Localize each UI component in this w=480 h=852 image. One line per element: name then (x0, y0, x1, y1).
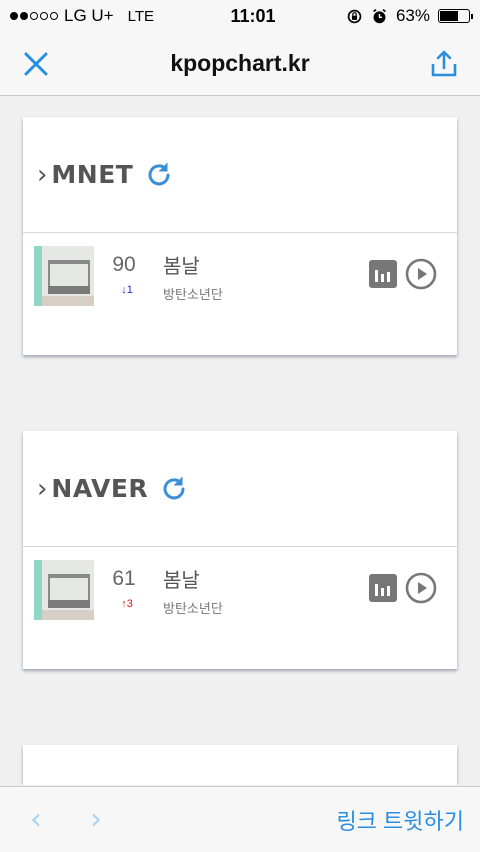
status-time: 11:01 (230, 5, 276, 26)
rotation-lock-icon (347, 9, 362, 23)
play-button[interactable] (405, 258, 437, 290)
chevron-right-icon: › (37, 473, 48, 504)
album-cover (34, 560, 94, 620)
chart-name: NAVER (51, 474, 149, 503)
share-icon (431, 50, 457, 76)
artist-name: 방탄소년단 (163, 601, 223, 616)
refresh-button[interactable] (160, 475, 188, 503)
chart-card-mnet: › MNET 90 ↓1 봄날 방탄소년단 (23, 117, 457, 355)
chart-row[interactable]: 61 ↑3 봄날 방탄소년단 (23, 547, 457, 669)
rank-number: 61 (112, 567, 136, 590)
tweet-link-button[interactable]: 링크 트윗하기 (336, 804, 464, 836)
stats-button[interactable] (369, 574, 397, 602)
song-title: 봄날 (163, 256, 200, 278)
chart-header[interactable]: › MNET (23, 117, 457, 233)
status-bar: LG U+ LTE 11:01 63% (0, 0, 480, 32)
chart-row[interactable]: 90 ↓1 봄날 방탄소년단 (23, 233, 457, 355)
rank-change: ↓1 (121, 284, 133, 296)
refresh-button[interactable] (145, 161, 173, 189)
chart-card-naver: › NAVER 61 ↑3 봄날 방탄소년단 (23, 431, 457, 669)
forward-button[interactable]: › (76, 802, 116, 837)
song-title: 봄날 (163, 570, 200, 592)
refresh-icon (148, 162, 170, 185)
refresh-icon (163, 476, 185, 499)
stats-button[interactable] (369, 260, 397, 288)
signal-icon (10, 12, 58, 20)
chart-name: MNET (51, 160, 134, 189)
rank-change: ↑3 (121, 598, 133, 610)
chart-card-partial (23, 745, 457, 785)
close-icon (24, 52, 48, 75)
play-button[interactable] (405, 572, 437, 604)
alarm-icon (373, 8, 386, 23)
battery-icon (438, 9, 473, 23)
network-label: LTE (127, 7, 155, 25)
chart-list: › MNET 90 ↓1 봄날 방탄소년단 › NAVER 61 ↑3 봄날 방… (0, 97, 480, 785)
back-button[interactable]: ‹ (16, 802, 56, 837)
close-button[interactable] (18, 46, 54, 82)
rank-number: 90 (112, 253, 136, 276)
bottom-toolbar: ‹ › 링크 트윗하기 (0, 786, 480, 852)
chevron-right-icon: › (37, 159, 48, 190)
artist-name: 방탄소년단 (163, 287, 223, 302)
carrier-label: LG U+ (64, 6, 114, 25)
page-title: kpopchart.kr (170, 50, 310, 76)
chart-header[interactable]: › NAVER (23, 431, 457, 547)
album-cover (34, 246, 94, 306)
navigation-bar: kpopchart.kr (0, 32, 480, 96)
battery-percent: 63% (395, 6, 430, 25)
share-button[interactable] (426, 46, 462, 82)
